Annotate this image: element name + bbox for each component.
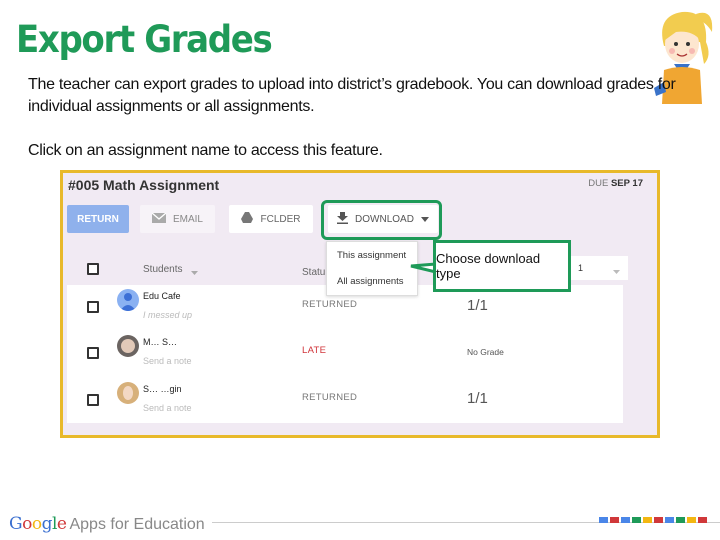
student-name[interactable]: M… S… bbox=[143, 337, 177, 347]
return-button[interactable]: RETURN bbox=[67, 205, 129, 233]
student-status: RETURNED bbox=[302, 392, 358, 403]
points-value: 1 bbox=[578, 263, 584, 273]
avatar bbox=[117, 289, 139, 311]
due-label: DUE bbox=[588, 178, 609, 189]
due-date-value: SEP 17 bbox=[610, 178, 643, 189]
row-checkbox[interactable] bbox=[87, 347, 99, 359]
status-header[interactable]: Statu bbox=[302, 267, 325, 278]
footer-color-squares bbox=[599, 517, 707, 523]
slide-title: Export Grades bbox=[16, 18, 273, 61]
student-note[interactable]: Send a note bbox=[143, 356, 192, 366]
table-row[interactable]: S… …gin Send a note RETURNED 1/1 bbox=[67, 378, 623, 426]
classroom-screenshot: #005 Math Assignment DUE SEP 17 RETURN E… bbox=[60, 170, 660, 438]
avatar bbox=[117, 335, 139, 357]
student-table: Edu Cafe I messed up RETURNED 1/1 M… S… … bbox=[67, 285, 623, 423]
row-checkbox[interactable] bbox=[87, 301, 99, 313]
student-status: LATE bbox=[302, 345, 327, 356]
color-square bbox=[654, 517, 663, 523]
email-button[interactable]: EMAIL bbox=[140, 205, 215, 233]
intro-paragraph: The teacher can export grades to upload … bbox=[28, 76, 676, 115]
color-square bbox=[698, 517, 707, 523]
due-date: DUE SEP 17 bbox=[588, 178, 643, 189]
menu-item-this-assignment[interactable]: This assignment bbox=[337, 250, 406, 261]
product-name: Apps for Education bbox=[69, 516, 205, 533]
callout-box: Choose download type bbox=[433, 240, 571, 292]
students-header[interactable]: Students bbox=[143, 264, 182, 275]
folder-label: FCLDER bbox=[260, 213, 301, 225]
menu-item-all-assignments[interactable]: All assignments bbox=[337, 276, 404, 287]
student-grade[interactable]: No Grade bbox=[467, 347, 504, 357]
student-grade[interactable]: 1/1 bbox=[467, 297, 488, 314]
download-menu: This assignment All assignments bbox=[326, 241, 418, 296]
color-square bbox=[665, 517, 674, 523]
student-status: RETURNED bbox=[302, 299, 358, 310]
select-all-checkbox[interactable] bbox=[87, 263, 99, 275]
callout-text: Choose download type bbox=[436, 251, 541, 281]
student-name[interactable]: S… …gin bbox=[143, 384, 182, 394]
student-name[interactable]: Edu Cafe bbox=[143, 291, 181, 301]
intro-text: The teacher can export grades to upload … bbox=[28, 74, 678, 184]
color-square bbox=[676, 517, 685, 523]
return-label: RETURN bbox=[77, 213, 119, 225]
select-caret-icon bbox=[613, 266, 620, 276]
instruction-paragraph: Click on an assignment name to access th… bbox=[28, 142, 383, 159]
drive-icon bbox=[241, 212, 254, 226]
table-row[interactable]: M… S… Send a note LATE No Grade bbox=[67, 331, 623, 379]
google-apps-logo: Google Apps for Education bbox=[9, 514, 205, 534]
student-grade[interactable]: 1/1 bbox=[467, 390, 488, 407]
google-wordmark: Google bbox=[9, 514, 67, 534]
row-checkbox[interactable] bbox=[87, 394, 99, 406]
color-square bbox=[599, 517, 608, 523]
folder-button[interactable]: FCLDER bbox=[229, 205, 313, 233]
assignment-title[interactable]: #005 Math Assignment bbox=[68, 177, 219, 193]
envelope-icon bbox=[151, 212, 167, 226]
student-note[interactable]: I messed up bbox=[143, 310, 192, 320]
color-square bbox=[610, 517, 619, 523]
color-square bbox=[621, 517, 630, 523]
avatar bbox=[117, 382, 139, 404]
color-square bbox=[632, 517, 641, 523]
email-label: EMAIL bbox=[172, 213, 203, 225]
student-note[interactable]: Send a note bbox=[143, 403, 192, 413]
points-select[interactable]: 1 bbox=[568, 256, 628, 280]
download-highlight bbox=[321, 200, 442, 240]
sort-caret-icon[interactable] bbox=[191, 267, 198, 278]
color-square bbox=[643, 517, 652, 523]
color-square bbox=[687, 517, 696, 523]
